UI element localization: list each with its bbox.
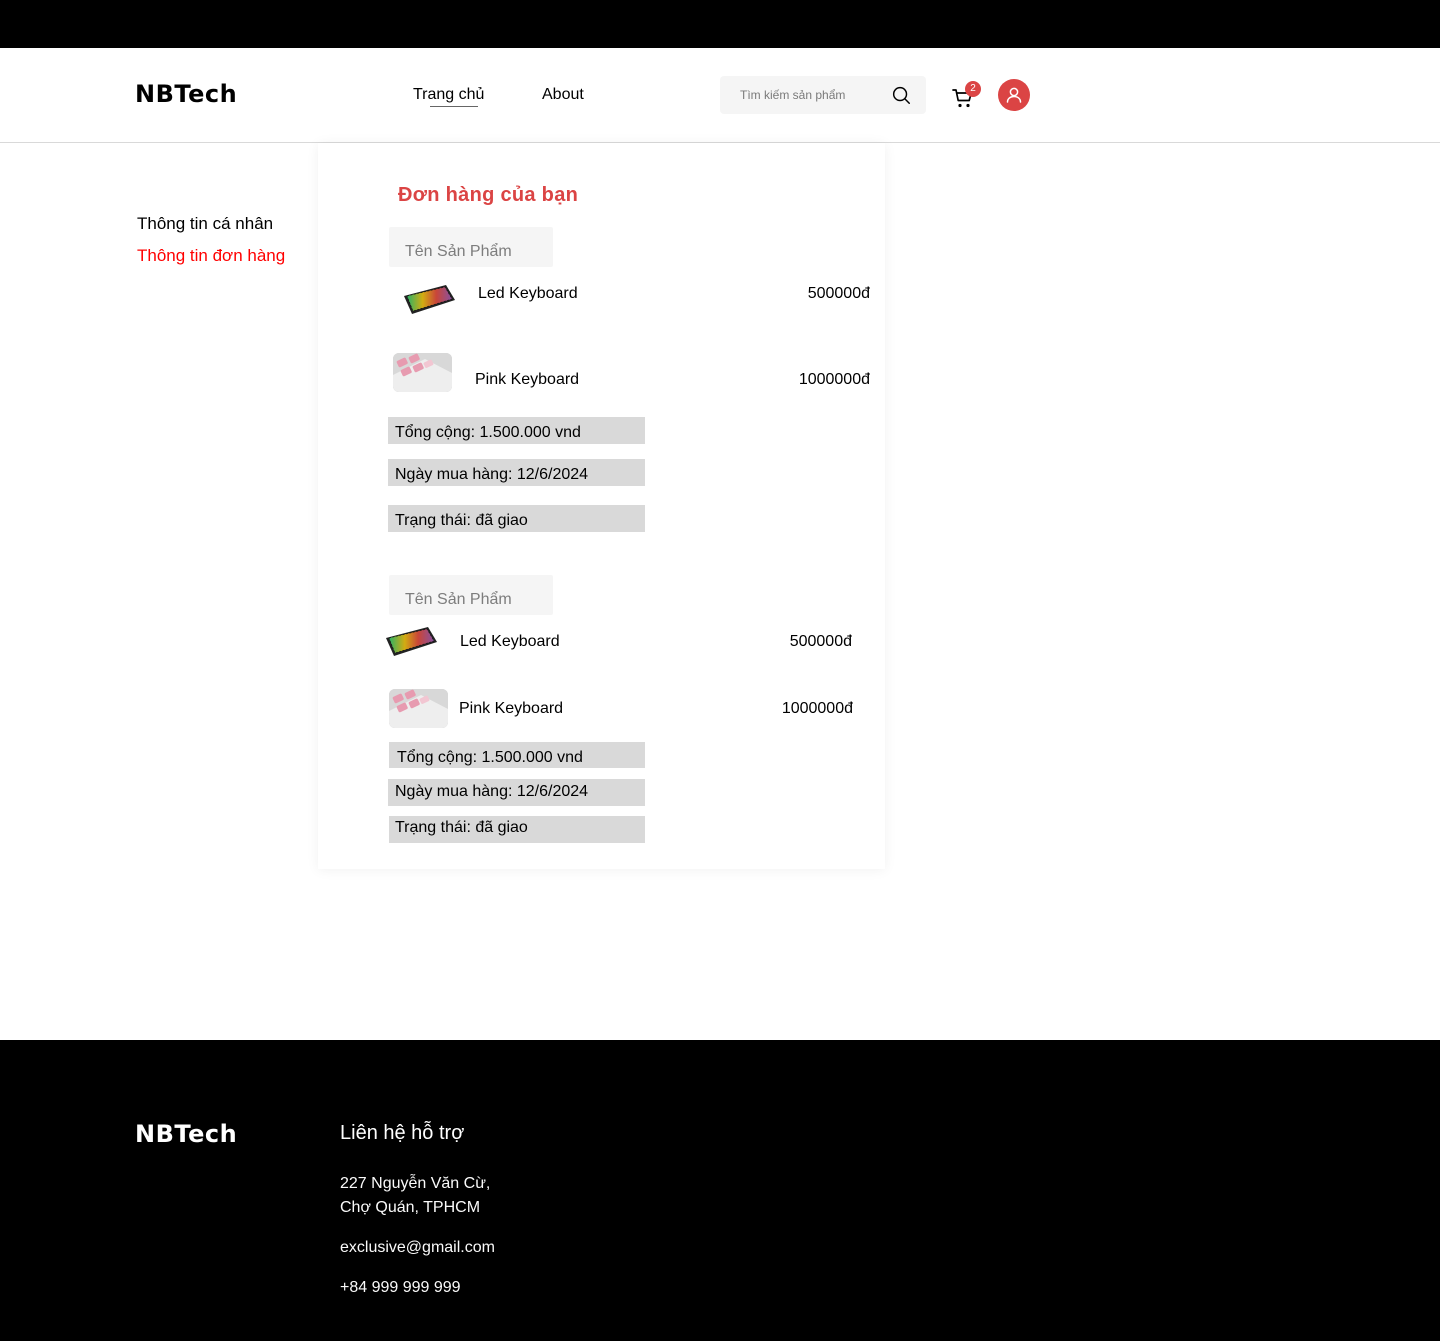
site-footer: NBTech Liên hệ hỗ trợ 227 Nguyễn Văn Cừ,…: [0, 1040, 1440, 1341]
search-icon[interactable]: [890, 84, 912, 106]
order-item-price: 500000đ: [807, 285, 870, 302]
footer-address-line-2: Chợ Quán, TPHCM: [340, 1199, 481, 1216]
search-bar[interactable]: Tìm kiếm sản phẩm: [720, 76, 926, 114]
order-item-price: 1000000đ: [798, 371, 870, 388]
column-header-product-name: Tên Sản Phẩm: [389, 227, 553, 267]
order-status: Trạng thái: đã giao: [388, 505, 645, 532]
sidebar-item-order-info[interactable]: Thông tin đơn hàng: [137, 246, 285, 266]
top-bar: [0, 0, 1440, 48]
nav-link-home[interactable]: Trang chủ: [413, 86, 484, 104]
user-icon: [1006, 87, 1022, 103]
logo[interactable]: NBTech: [135, 80, 237, 108]
order-date: Ngày mua hàng: 12/6/2024: [388, 459, 645, 486]
order-item-name[interactable]: Led Keyboard: [460, 633, 560, 651]
order-date: Ngày mua hàng: 12/6/2024: [388, 779, 645, 806]
order-total: Tổng cộng: 1.500.000 vnd: [388, 417, 645, 444]
footer-support-heading: Liên hệ hỗ trợ: [340, 1122, 465, 1144]
search-input[interactable]: Tìm kiếm sản phẩm: [740, 88, 845, 102]
order-item-name[interactable]: Pink Keyboard: [475, 371, 579, 389]
order-item-name[interactable]: Pink Keyboard: [459, 700, 563, 718]
user-avatar[interactable]: [998, 79, 1030, 111]
order-item-price: 1000000đ: [781, 700, 853, 717]
led-keyboard-thumbnail: [384, 624, 438, 658]
footer-email-link[interactable]: exclusive@gmail.com: [340, 1239, 495, 1257]
column-header-product-name: Tên Sản Phẩm: [389, 575, 553, 615]
nav-link-about[interactable]: About: [542, 86, 584, 104]
order-item-name[interactable]: Led Keyboard: [478, 285, 578, 303]
cart-count-badge: 2: [965, 81, 981, 97]
pink-keyboard-thumbnail: [389, 689, 448, 728]
footer-address-line-1: 227 Nguyễn Văn Cừ,: [340, 1175, 491, 1192]
page-title: Đơn hàng của bạn: [398, 184, 579, 206]
pink-keyboard-thumbnail: [393, 353, 452, 392]
footer-phone-link[interactable]: +84 999 999 999: [340, 1279, 461, 1297]
nav-home-underline: [430, 106, 478, 107]
site-header: NBTech Trang chủ About Tìm kiếm sản phẩm: [0, 48, 1440, 143]
sidebar-item-personal-info[interactable]: Thông tin cá nhân: [137, 214, 273, 234]
footer-logo[interactable]: NBTech: [135, 1120, 237, 1148]
order-item-price: 500000đ: [789, 633, 852, 650]
led-keyboard-thumbnail: [402, 282, 456, 316]
order-status: Trạng thái: đã giao: [389, 816, 645, 843]
order-total: Tổng cộng: 1.500.000 vnd: [389, 742, 645, 768]
